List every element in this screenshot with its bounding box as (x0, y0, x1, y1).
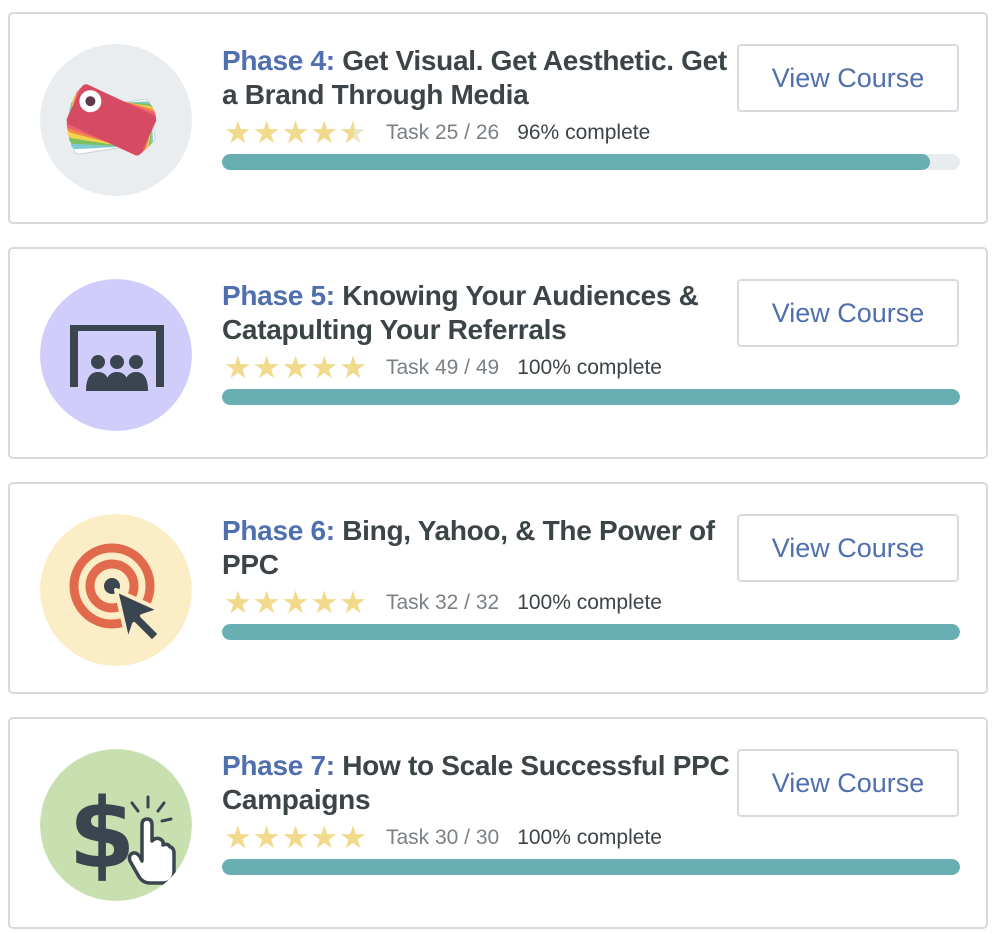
color-swatch-icon (40, 44, 192, 196)
course-meta: ★★★★★ ★★★★★ Task 25 / 26 96% complete (224, 115, 651, 151)
star-rating-fill: ★★★★★ (224, 588, 368, 618)
audience-screen-icon (40, 279, 192, 431)
progress-bar (222, 624, 960, 640)
course-title: Phase 7: How to Scale Successful PPC Cam… (222, 749, 732, 817)
progress-bar (222, 859, 960, 875)
star-rating: ★★★★★ ★★★★★ (224, 350, 368, 386)
task-count: Task 25 / 26 (385, 121, 500, 144)
progress-fill (222, 859, 960, 875)
course-list: Phase 4: Get Visual. Get Aesthetic. Get … (0, 0, 1000, 934)
progress-fill (222, 154, 931, 170)
task-count: Task 49 / 49 (385, 356, 500, 379)
course-title: Phase 6: Bing, Yahoo, & The Power of PPC (222, 514, 732, 582)
course-card: Phase 5: Knowing Your Audiences & Catapu… (8, 247, 988, 459)
view-course-button[interactable]: View Course (737, 514, 959, 582)
phase-label: Phase 7: (222, 750, 335, 781)
course-card: Phase 4: Get Visual. Get Aesthetic. Get … (8, 12, 988, 224)
target-cursor-icon (40, 514, 192, 666)
star-rating-fill: ★★★★★ (224, 353, 368, 383)
course-meta: ★★★★★ ★★★★★ Task 32 / 32 100% complete (224, 585, 662, 621)
task-count: Task 32 / 32 (385, 591, 500, 614)
course-card: Phase 6: Bing, Yahoo, & The Power of PPC… (8, 482, 988, 694)
star-rating: ★★★★★ ★★★★★ (224, 115, 368, 151)
course-meta: ★★★★★ ★★★★★ Task 30 / 30 100% complete (224, 820, 662, 856)
course-title: Phase 5: Knowing Your Audiences & Catapu… (222, 279, 732, 347)
task-count: Task 30 / 30 (385, 826, 500, 849)
completion-percent: 96% complete (517, 121, 651, 144)
progress-bar (222, 154, 960, 170)
star-rating-fill: ★★★★★ (224, 823, 368, 853)
view-course-button[interactable]: View Course (737, 279, 959, 347)
phase-label: Phase 6: (222, 515, 335, 546)
dollar-click-icon: $ (40, 749, 192, 901)
course-card: $ Phase 7: How to Scale Successful PPC C… (8, 717, 988, 929)
progress-bar (222, 389, 960, 405)
progress-fill (222, 624, 960, 640)
course-meta: ★★★★★ ★★★★★ Task 49 / 49 100% complete (224, 350, 662, 386)
completion-percent: 100% complete (517, 591, 662, 614)
svg-text:$: $ (69, 778, 136, 890)
star-rating: ★★★★★ ★★★★★ (224, 820, 368, 856)
completion-percent: 100% complete (517, 826, 662, 849)
course-title: Phase 4: Get Visual. Get Aesthetic. Get … (222, 44, 732, 112)
star-rating-fill: ★★★★★ (224, 118, 354, 148)
progress-fill (222, 389, 960, 405)
completion-percent: 100% complete (517, 356, 662, 379)
view-course-button[interactable]: View Course (737, 749, 959, 817)
phase-label: Phase 5: (222, 280, 335, 311)
view-course-button[interactable]: View Course (737, 44, 959, 112)
phase-label: Phase 4: (222, 45, 335, 76)
star-rating: ★★★★★ ★★★★★ (224, 585, 368, 621)
